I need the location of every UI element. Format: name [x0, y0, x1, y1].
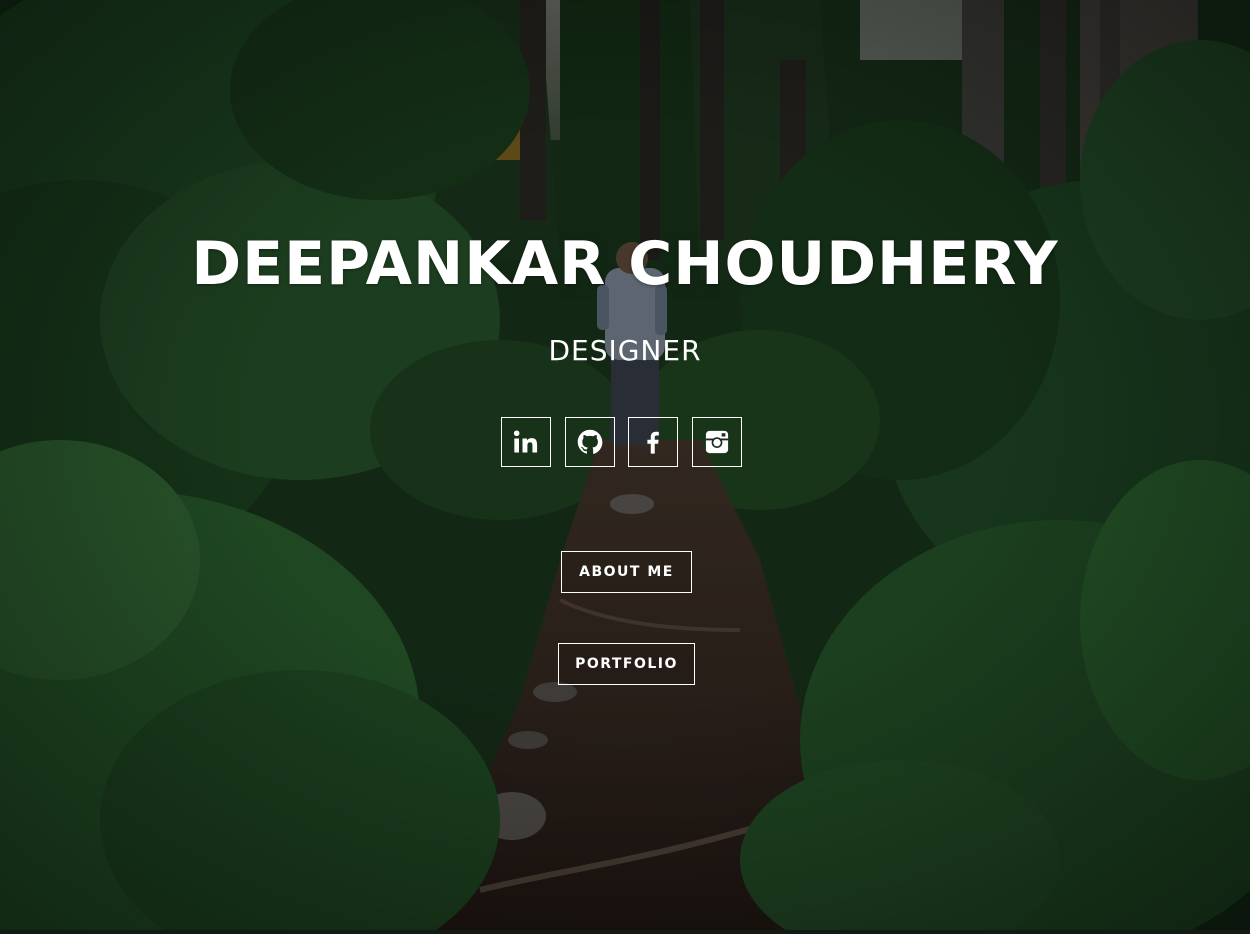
facebook-icon: [639, 428, 667, 456]
hero-section: DEEPANKAR CHOUDHERY DESIGNER ABOUT ME PO…: [0, 0, 1250, 930]
github-icon: [576, 428, 604, 456]
linkedin-button[interactable]: [501, 417, 551, 467]
site-owner-name: DEEPANKAR CHOUDHERY: [191, 229, 1059, 299]
role-subtitle: DESIGNER: [548, 334, 702, 367]
instagram-icon: [703, 428, 731, 456]
about-me-button[interactable]: ABOUT ME: [561, 551, 692, 593]
instagram-button[interactable]: [692, 417, 742, 467]
hero-content: DEEPANKAR CHOUDHERY DESIGNER ABOUT ME PO…: [0, 0, 1250, 930]
portfolio-button[interactable]: PORTFOLIO: [558, 643, 695, 685]
page-bottom-edge: [0, 930, 1250, 934]
linkedin-icon: [512, 428, 540, 456]
github-button[interactable]: [565, 417, 615, 467]
facebook-button[interactable]: [628, 417, 678, 467]
